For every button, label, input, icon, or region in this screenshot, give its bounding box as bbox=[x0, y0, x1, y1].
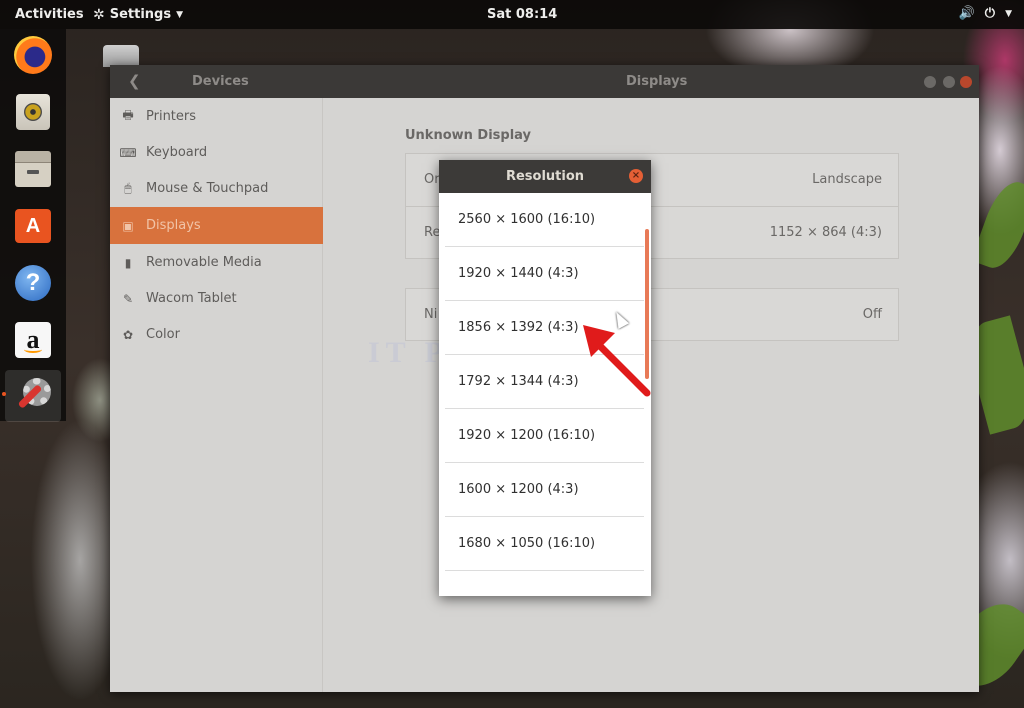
back-button[interactable]: ❮ bbox=[128, 72, 141, 90]
files-icon bbox=[15, 151, 51, 187]
close-button[interactable] bbox=[960, 76, 972, 88]
mouse-icon: 🖱 bbox=[124, 181, 132, 195]
window-title: Displays bbox=[626, 74, 688, 89]
resolution-option[interactable]: 1920 × 1200 (16:10) bbox=[445, 409, 644, 463]
sidebar-item-mouse[interactable]: 🖱 Mouse & Touchpad bbox=[110, 170, 323, 207]
annotation-arrow bbox=[583, 325, 651, 397]
power-icon: ⏻ bbox=[984, 6, 996, 21]
display-icon: ▣ bbox=[122, 218, 134, 233]
sidebar-item-label: Removable Media bbox=[146, 255, 262, 270]
maximize-button[interactable] bbox=[943, 76, 955, 88]
sidebar-item-label: Color bbox=[146, 327, 180, 342]
dock-item-settings[interactable] bbox=[2, 370, 61, 422]
activities-button[interactable]: Activities bbox=[15, 7, 84, 22]
resolution-option[interactable]: 1680 × 1050 (16:10) bbox=[445, 517, 644, 571]
orientation-label: Or bbox=[424, 172, 440, 187]
system-status-menu[interactable]: 🔊 ⏻ ▼ bbox=[959, 6, 1012, 21]
top-bar: Activities ✲ Settings ▼ Sat 08:14 🔊 ⏻ ▼ bbox=[0, 0, 1024, 29]
keyboard-icon: ⌨ bbox=[119, 145, 137, 160]
orientation-value: Landscape bbox=[812, 172, 882, 187]
trash-icon[interactable] bbox=[103, 45, 139, 67]
sidebar-item-label: Keyboard bbox=[146, 145, 208, 160]
resolution-value: 1152 × 864 (4:3) bbox=[769, 225, 882, 240]
sidebar-title: Devices bbox=[192, 74, 249, 89]
printer-icon: 🖶 bbox=[122, 108, 134, 122]
firefox-icon bbox=[14, 36, 52, 74]
sidebar-item-label: Mouse & Touchpad bbox=[146, 181, 269, 196]
resolution-option[interactable]: 2560 × 1600 (16:10) bbox=[445, 193, 644, 247]
night-light-value: Off bbox=[862, 307, 882, 322]
sidebar-item-printers[interactable]: 🖶 Printers bbox=[110, 98, 323, 135]
sidebar: 🖶 Printers ⌨ Keyboard 🖱 Mouse & Touchpad… bbox=[110, 98, 323, 692]
sidebar-item-label: Printers bbox=[146, 109, 197, 124]
window-titlebar: ❮ Devices Displays bbox=[110, 65, 979, 98]
help-icon: ? bbox=[15, 265, 51, 301]
rhythmbox-icon bbox=[16, 94, 50, 130]
sidebar-item-label: Wacom Tablet bbox=[146, 291, 237, 306]
chevron-down-icon: ▼ bbox=[176, 9, 184, 20]
night-light-label: Ni bbox=[424, 307, 438, 322]
chevron-down-icon: ▼ bbox=[1005, 8, 1012, 19]
resolution-option[interactable] bbox=[445, 571, 644, 596]
amazon-icon: a bbox=[15, 322, 51, 358]
dock-item-amazon[interactable]: a bbox=[13, 320, 53, 360]
dock-item-software[interactable]: A bbox=[13, 206, 53, 246]
settings-icon bbox=[13, 376, 53, 416]
dock: A ? a bbox=[0, 29, 66, 422]
color-icon: ✿ bbox=[122, 327, 134, 342]
resolution-option[interactable]: 1600 × 1200 (4:3) bbox=[445, 463, 644, 517]
close-icon[interactable]: × bbox=[629, 169, 643, 183]
sidebar-item-wacom[interactable]: ✎ Wacom Tablet bbox=[110, 280, 323, 317]
dock-item-rhythmbox[interactable] bbox=[13, 92, 53, 132]
clock[interactable]: Sat 08:14 bbox=[487, 7, 557, 22]
dialog-title: Resolution bbox=[439, 160, 651, 193]
display-name: Unknown Display bbox=[405, 128, 532, 143]
software-center-icon: A bbox=[15, 209, 51, 243]
sidebar-item-color[interactable]: ✿ Color bbox=[110, 316, 323, 353]
tablet-icon: ✎ bbox=[122, 291, 134, 306]
minimize-button[interactable] bbox=[924, 76, 936, 88]
sidebar-item-removable-media[interactable]: ▮ Removable Media bbox=[110, 244, 323, 281]
dock-item-help[interactable]: ? bbox=[13, 263, 53, 303]
dock-item-firefox[interactable] bbox=[13, 35, 53, 75]
sidebar-item-label: Displays bbox=[146, 218, 201, 233]
usb-icon: ▮ bbox=[124, 255, 132, 270]
app-menu[interactable]: ✲ Settings ▼ bbox=[93, 7, 183, 22]
app-menu-label: Settings bbox=[109, 7, 172, 22]
sidebar-item-keyboard[interactable]: ⌨ Keyboard bbox=[110, 134, 323, 171]
volume-icon: 🔊 bbox=[958, 6, 975, 21]
dock-item-files[interactable] bbox=[13, 149, 53, 189]
gear-icon: ✲ bbox=[93, 6, 105, 23]
resolution-label: Re bbox=[424, 225, 441, 240]
resolution-option[interactable]: 1920 × 1440 (4:3) bbox=[445, 247, 644, 301]
sidebar-item-displays[interactable]: ▣ Displays bbox=[110, 207, 323, 244]
